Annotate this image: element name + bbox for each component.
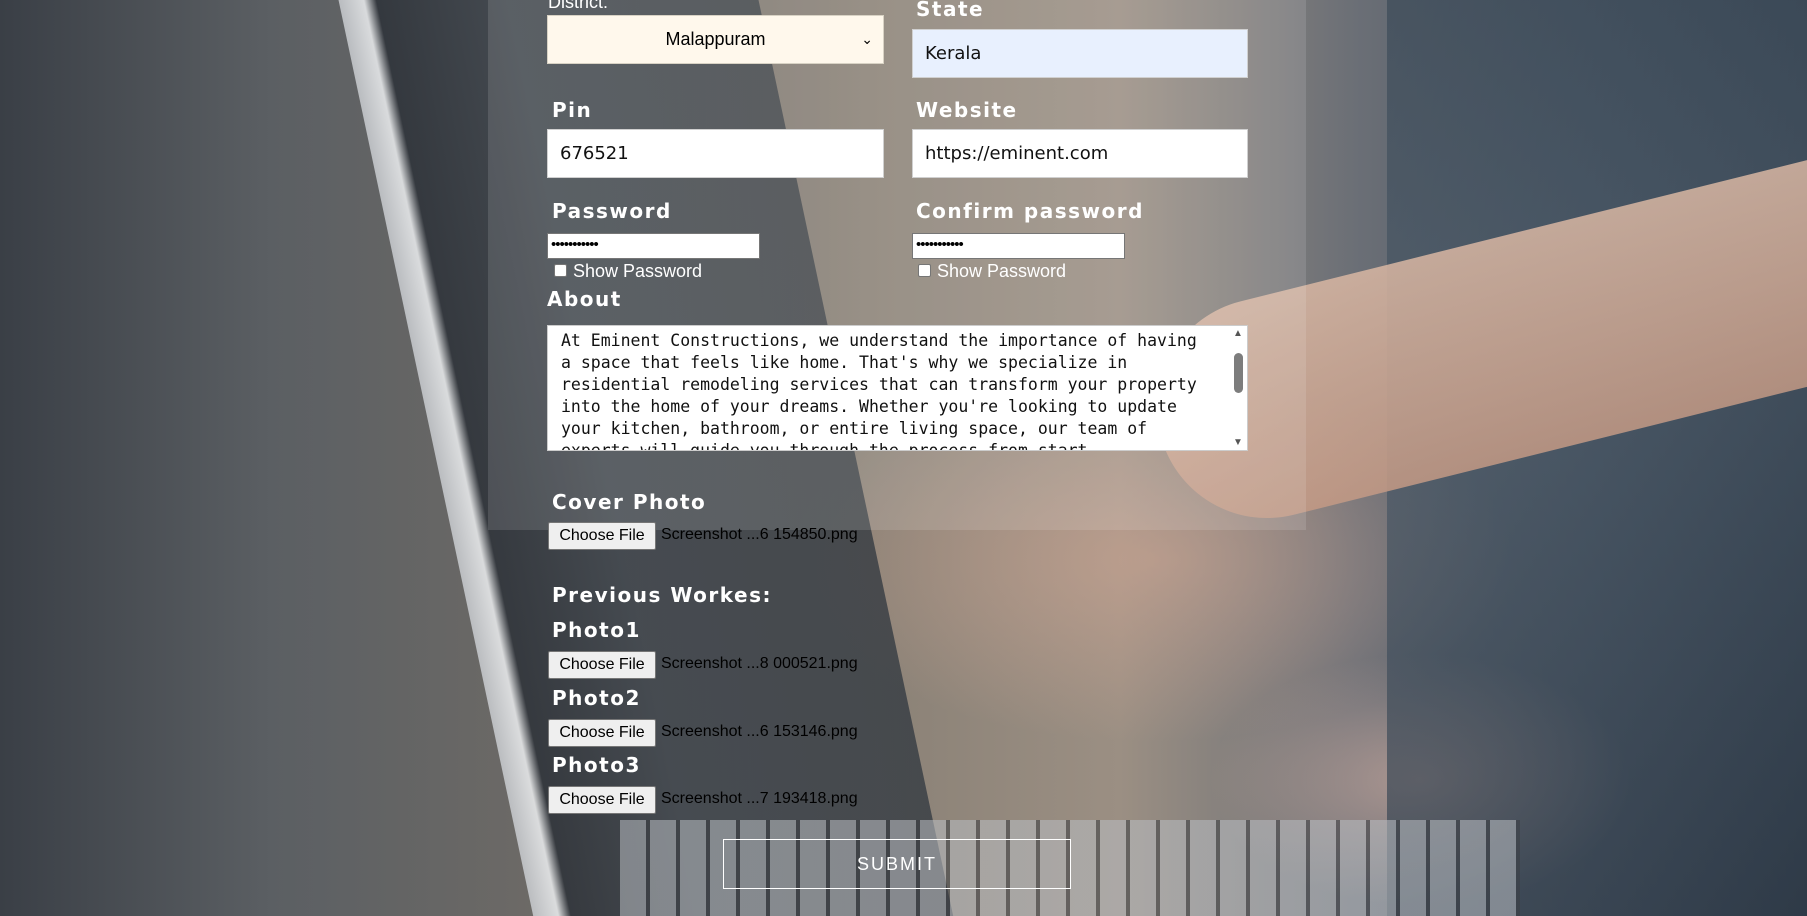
district-select[interactable]: Malappuram ⌄ [547, 15, 884, 64]
about-text: At Eminent Constructions, we understand … [561, 331, 1197, 451]
show-confirm-password-checkbox[interactable] [918, 264, 931, 277]
photo3-choose-file-button[interactable]: Choose File [548, 786, 656, 814]
password-input[interactable]: ••••••••••• [547, 233, 760, 259]
website-input[interactable]: https://eminent.com [912, 129, 1248, 178]
district-select-value: Malappuram [665, 29, 766, 49]
cover-photo-filename: Screenshot ...6 154850.png [661, 526, 858, 543]
confirm-password-label: Confirm password [916, 199, 1144, 223]
scrollbar-thumb[interactable] [1234, 353, 1243, 393]
cover-photo-choose-file-button[interactable]: Choose File [548, 522, 656, 550]
photo2-choose-file-button[interactable]: Choose File [548, 719, 656, 747]
state-input[interactable]: Kerala [912, 29, 1248, 78]
photo3-label: Photo3 [552, 753, 641, 777]
photo2-label: Photo2 [552, 686, 641, 710]
scroll-down-arrow-icon[interactable]: ▼ [1233, 437, 1243, 448]
photo3-filename: Screenshot ...7 193418.png [661, 790, 858, 807]
confirm-password-input[interactable]: ••••••••••• [912, 233, 1125, 259]
pin-label: Pin [552, 98, 593, 122]
photo1-label: Photo1 [552, 618, 641, 642]
password-label: Password [552, 199, 672, 223]
about-label: About [547, 287, 622, 311]
website-label: Website [916, 98, 1018, 122]
about-textarea[interactable]: At Eminent Constructions, we understand … [547, 325, 1248, 451]
submit-button[interactable]: SUBMIT [723, 839, 1071, 889]
cover-photo-label: Cover Photo [552, 490, 707, 514]
district-label: District: [548, 0, 608, 12]
state-label: State [916, 0, 985, 21]
show-confirm-password-label[interactable]: Show Password [937, 261, 1066, 282]
scroll-up-arrow-icon[interactable]: ▲ [1233, 328, 1243, 339]
photo2-filename: Screenshot ...6 153146.png [661, 723, 858, 740]
show-password-checkbox[interactable] [554, 264, 567, 277]
photo1-filename: Screenshot ...8 000521.png [661, 655, 858, 672]
chevron-down-icon: ⌄ [861, 31, 873, 47]
show-password-label[interactable]: Show Password [573, 261, 702, 282]
photo1-choose-file-button[interactable]: Choose File [548, 651, 656, 679]
pin-input[interactable]: 676521 [547, 129, 884, 178]
previous-works-label: Previous Workes: [552, 583, 773, 607]
textarea-scrollbar[interactable]: ▲ ▼ [1230, 326, 1247, 450]
